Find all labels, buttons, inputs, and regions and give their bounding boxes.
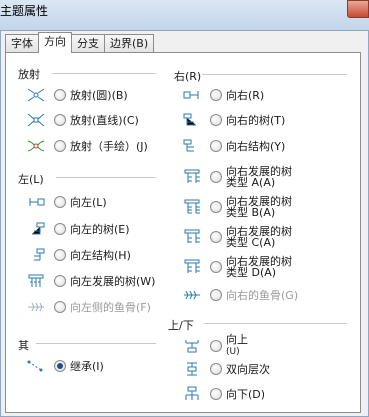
radio[interactable] [54, 114, 66, 126]
close-button[interactable] [347, 0, 369, 18]
radio[interactable] [210, 171, 222, 183]
option-label: 向左(L) [70, 196, 107, 209]
radial-line-option[interactable]: 放射(直线)(C) [26, 111, 139, 129]
option-label: 放射(直线)(C) [70, 114, 139, 127]
updown-hierarchy-option[interactable]: 双向层次 [182, 360, 270, 378]
left-fishbone-option[interactable]: 向左侧的鱼骨(F) [26, 298, 151, 316]
right-tree-a-icon [184, 169, 200, 183]
left-tree-grow-option[interactable]: 向左发展的树(W) [26, 272, 155, 290]
radio[interactable] [54, 301, 66, 313]
option-label: 向右发展的树 类型 C(A) [226, 225, 292, 249]
option-label: 向右发展的树 类型 B(A) [226, 195, 292, 219]
radio[interactable] [210, 363, 222, 375]
radio[interactable] [54, 140, 66, 152]
right-tree-b-icon [184, 199, 200, 214]
radio[interactable] [210, 89, 222, 101]
radio[interactable] [54, 223, 66, 235]
up-option[interactable]: 向上 (U) [182, 333, 248, 357]
updown-header: 上/下 [168, 319, 194, 332]
radio-selected[interactable] [54, 360, 66, 372]
right-structure-icon [183, 139, 194, 152]
left-header: 左(L) [18, 173, 44, 186]
radio[interactable] [210, 340, 222, 352]
inherit-icon [27, 360, 43, 372]
option-label: 向右结构(Y) [226, 140, 286, 153]
radial-hand-option[interactable]: 放射（手绘）(J) [26, 137, 148, 155]
left-structure-option[interactable]: 向左结构(H) [26, 246, 131, 264]
left-tree-grow-icon [28, 274, 44, 287]
radio[interactable] [54, 249, 66, 261]
radial-circle-icon [27, 88, 45, 102]
option-label: 向左结构(H) [70, 249, 131, 262]
right-fishbone-icon [184, 290, 200, 300]
radio[interactable] [54, 275, 66, 287]
radio[interactable] [210, 201, 222, 213]
option-label: 向左的树(E) [70, 223, 130, 236]
right-tree-a-option[interactable]: 向右发展的树 类型 A(A) [182, 165, 292, 189]
option-label: 向右(R) [226, 89, 265, 102]
radial-hand-icon [27, 140, 45, 152]
right-tree-option[interactable]: 向右的树(T) [182, 111, 285, 129]
radial-circle-option[interactable]: 放射(圆)(B) [26, 86, 128, 104]
option-label: 双向层次 [226, 363, 270, 376]
radio[interactable] [210, 261, 222, 273]
option-label: 向左发展的树(W) [70, 275, 156, 288]
radio[interactable] [210, 140, 222, 152]
option-label: 向左侧的鱼骨(F) [70, 301, 151, 314]
right-tree-c-option[interactable]: 向右发展的树 类型 C(A) [182, 225, 292, 249]
radio[interactable] [54, 196, 66, 208]
right-tree-b-option[interactable]: 向右发展的树 类型 B(A) [182, 195, 292, 219]
right-fishbone-option[interactable]: 向右的鱼骨(G) [182, 286, 298, 304]
tab-direction[interactable]: 方向 [38, 32, 72, 53]
radio[interactable] [210, 388, 222, 400]
left-fishbone-icon [28, 302, 44, 312]
right-header: 右(R) [174, 70, 202, 83]
tab-branch[interactable]: 分支 [71, 34, 105, 53]
radial-line-icon [27, 113, 45, 127]
left-structure-icon [34, 248, 45, 261]
option-label: 继承(I) [70, 360, 104, 373]
radio[interactable] [210, 289, 222, 301]
dialog: 字体 方向 分支 边界(B) 放射 放射(圆)(B) 放射(直线)(C) 放射（… [0, 30, 369, 417]
right-tree-d-icon [184, 259, 200, 273]
radio[interactable] [210, 231, 222, 243]
left-icon [29, 198, 45, 206]
radio[interactable] [54, 89, 66, 101]
option-label: 向上 (U) [226, 333, 248, 357]
option-label: 放射（手绘）(J) [70, 140, 148, 153]
option-label: 放射(圆)(B) [70, 89, 128, 102]
down-option[interactable]: 向下(D) [182, 385, 265, 403]
right-icon [183, 91, 199, 99]
left-tree-icon [32, 222, 45, 235]
right-structure-option[interactable]: 向右结构(Y) [182, 137, 285, 155]
down-icon [185, 386, 199, 400]
updown-hierarchy-icon [187, 362, 197, 376]
option-label: 向右发展的树 类型 A(A) [226, 165, 292, 189]
inherit-option[interactable]: 继承(I) [26, 357, 104, 375]
right-tree-icon [183, 113, 196, 126]
title-bar: 主题属性 [0, 0, 369, 30]
option-label: 向右的树(T) [226, 114, 286, 127]
left-option[interactable]: 向左(L) [26, 193, 107, 211]
option-label: 向右发展的树 类型 D(A) [226, 255, 292, 279]
radial-header: 放射 [18, 68, 40, 81]
right-tree-c-icon [184, 229, 200, 243]
option-label: 向下(D) [226, 388, 266, 401]
option-label: 向右的鱼骨(G) [226, 289, 299, 302]
tab-boundary[interactable]: 边界(B) [104, 34, 155, 53]
tab-bar: 字体 方向 分支 边界(B) [5, 32, 155, 53]
up-icon [185, 340, 199, 353]
other-header: 其 [18, 339, 29, 352]
right-tree-d-option[interactable]: 向右发展的树 类型 D(A) [182, 255, 292, 279]
left-tree-option[interactable]: 向左的树(E) [26, 220, 130, 238]
direction-panel: 放射 放射(圆)(B) 放射(直线)(C) 放射（手绘）(J) 左(L) 向左(… [5, 52, 361, 413]
tab-font[interactable]: 字体 [5, 34, 39, 53]
window-title: 主题属性 [0, 4, 49, 18]
radio[interactable] [210, 114, 222, 126]
right-option[interactable]: 向右(R) [182, 86, 264, 104]
